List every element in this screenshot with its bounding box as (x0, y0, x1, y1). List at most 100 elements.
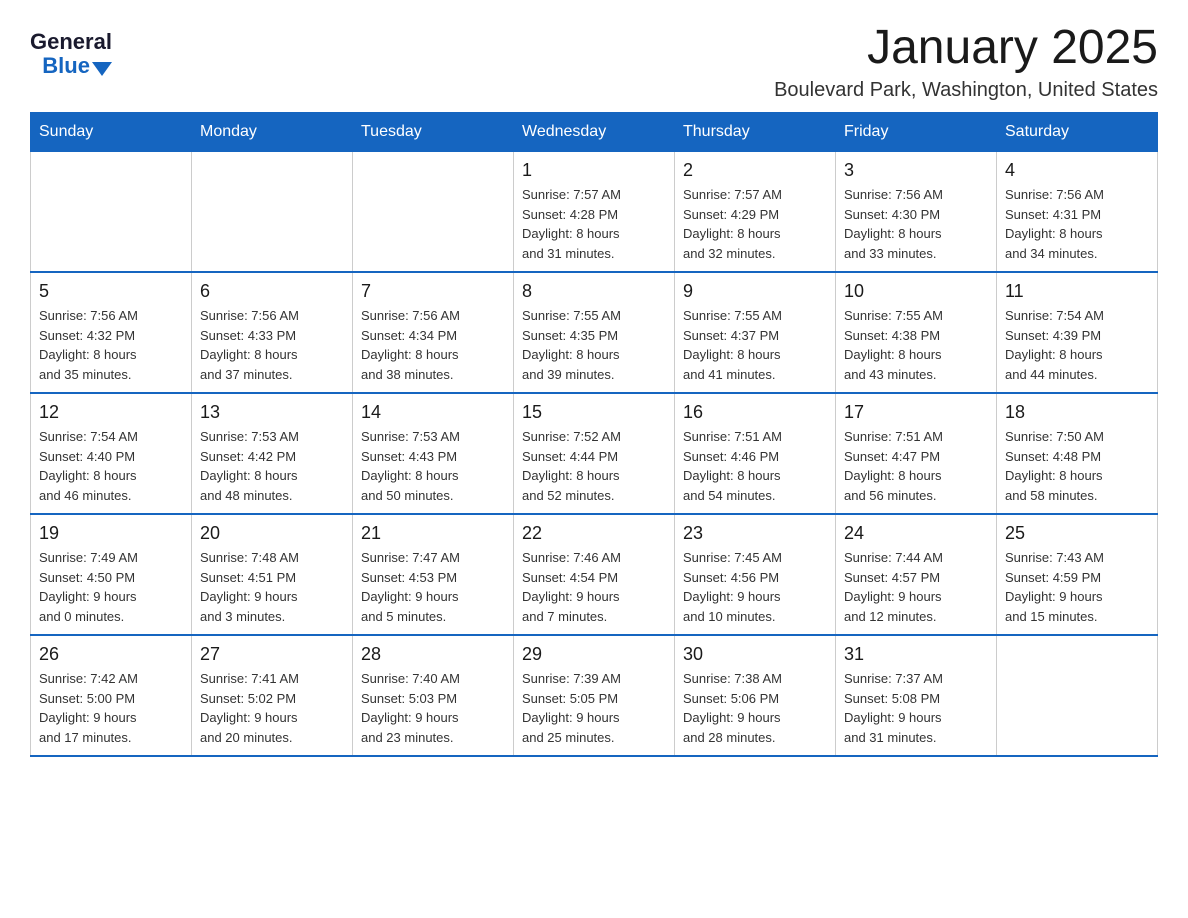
logo-triangle-icon (92, 62, 112, 76)
calendar-cell: 2 Sunrise: 7:57 AMSunset: 4:29 PMDaylight… (675, 152, 836, 273)
week-row-2: 5 Sunrise: 7:56 AMSunset: 4:32 PMDaylight… (31, 272, 1158, 393)
header-friday: Friday (836, 113, 997, 152)
calendar-cell: 9Sunrise: 7:55 AMSunset: 4:37 PMDaylight… (675, 272, 836, 393)
day-number: 3 (844, 160, 988, 181)
day-number: 11 (1005, 281, 1149, 302)
calendar-cell (353, 152, 514, 273)
day-info: Sunrise: 7:47 AMSunset: 4:53 PMDaylight:… (361, 548, 505, 626)
day-number: 6 (200, 281, 344, 302)
calendar-cell: 25 Sunrise: 7:43 AMSunset: 4:59 PMDayligh… (997, 514, 1158, 635)
day-info: Sunrise: 7:52 AMSunset: 4:44 PMDaylight:… (522, 427, 666, 505)
calendar-cell: 29 Sunrise: 7:39 AMSunset: 5:05 PMDayligh… (514, 635, 675, 756)
calendar-cell: 13 Sunrise: 7:53 AMSunset: 4:42 PMDayligh… (192, 393, 353, 514)
day-number: 23 (683, 523, 827, 544)
calendar-cell: 14Sunrise: 7:53 AMSunset: 4:43 PMDayligh… (353, 393, 514, 514)
calendar-cell: 3 Sunrise: 7:56 AMSunset: 4:30 PMDaylight… (836, 152, 997, 273)
calendar-cell (997, 635, 1158, 756)
week-row-4: 19 Sunrise: 7:49 AMSunset: 4:50 PMDayligh… (31, 514, 1158, 635)
day-number: 17 (844, 402, 988, 423)
day-info: Sunrise: 7:50 AMSunset: 4:48 PMDaylight:… (1005, 427, 1149, 505)
day-info: Sunrise: 7:39 AMSunset: 5:05 PMDaylight:… (522, 669, 666, 747)
day-info: Sunrise: 7:41 AMSunset: 5:02 PMDaylight:… (200, 669, 344, 747)
day-number: 18 (1005, 402, 1149, 423)
calendar-cell: 4 Sunrise: 7:56 AMSunset: 4:31 PMDaylight… (997, 152, 1158, 273)
calendar-cell: 7 Sunrise: 7:56 AMSunset: 4:34 PMDaylight… (353, 272, 514, 393)
header-sunday: Sunday (31, 113, 192, 152)
day-number: 19 (39, 523, 183, 544)
day-number: 21 (361, 523, 505, 544)
day-number: 2 (683, 160, 827, 181)
day-number: 12 (39, 402, 183, 423)
calendar-cell: 10 Sunrise: 7:55 AMSunset: 4:38 PMDayligh… (836, 272, 997, 393)
day-number: 4 (1005, 160, 1149, 181)
day-number: 31 (844, 644, 988, 665)
day-info: Sunrise: 7:38 AMSunset: 5:06 PMDaylight:… (683, 669, 827, 747)
day-info: Sunrise: 7:54 AMSunset: 4:39 PMDaylight:… (1005, 306, 1149, 384)
title-area: January 2025 Boulevard Park, Washington,… (774, 20, 1158, 102)
day-number: 16 (683, 402, 827, 423)
day-info: Sunrise: 7:51 AMSunset: 4:46 PMDaylight:… (683, 427, 827, 505)
day-number: 8 (522, 281, 666, 302)
day-info: Sunrise: 7:40 AMSunset: 5:03 PMDaylight:… (361, 669, 505, 747)
calendar-cell: 15 Sunrise: 7:52 AMSunset: 4:44 PMDayligh… (514, 393, 675, 514)
day-info: Sunrise: 7:55 AMSunset: 4:35 PMDaylight:… (522, 306, 666, 384)
day-number: 22 (522, 523, 666, 544)
day-info: Sunrise: 7:56 AMSunset: 4:30 PMDaylight:… (844, 185, 988, 263)
week-row-1: 1Sunrise: 7:57 AMSunset: 4:28 PMDaylight… (31, 152, 1158, 273)
week-row-5: 26Sunrise: 7:42 AMSunset: 5:00 PMDayligh… (31, 635, 1158, 756)
calendar-cell: 23 Sunrise: 7:45 AMSunset: 4:56 PMDayligh… (675, 514, 836, 635)
day-info: Sunrise: 7:51 AMSunset: 4:47 PMDaylight:… (844, 427, 988, 505)
page-header: General Blue January 2025 Boulevard Park… (30, 20, 1158, 102)
calendar-cell: 1Sunrise: 7:57 AMSunset: 4:28 PMDaylight… (514, 152, 675, 273)
day-number: 9 (683, 281, 827, 302)
calendar-cell: 18 Sunrise: 7:50 AMSunset: 4:48 PMDayligh… (997, 393, 1158, 514)
calendar-cell: 6 Sunrise: 7:56 AMSunset: 4:33 PMDaylight… (192, 272, 353, 393)
calendar-cell (192, 152, 353, 273)
day-number: 15 (522, 402, 666, 423)
header-thursday: Thursday (675, 113, 836, 152)
header-monday: Monday (192, 113, 353, 152)
day-number: 25 (1005, 523, 1149, 544)
day-number: 7 (361, 281, 505, 302)
header-saturday: Saturday (997, 113, 1158, 152)
day-number: 24 (844, 523, 988, 544)
day-info: Sunrise: 7:45 AMSunset: 4:56 PMDaylight:… (683, 548, 827, 626)
logo-blue: Blue (42, 54, 90, 78)
day-number: 27 (200, 644, 344, 665)
calendar-cell: 21 Sunrise: 7:47 AMSunset: 4:53 PMDayligh… (353, 514, 514, 635)
day-info: Sunrise: 7:48 AMSunset: 4:51 PMDaylight:… (200, 548, 344, 626)
day-number: 13 (200, 402, 344, 423)
calendar-cell: 12 Sunrise: 7:54 AMSunset: 4:40 PMDayligh… (31, 393, 192, 514)
day-number: 5 (39, 281, 183, 302)
calendar-cell: 20 Sunrise: 7:48 AMSunset: 4:51 PMDayligh… (192, 514, 353, 635)
calendar-cell: 30Sunrise: 7:38 AMSunset: 5:06 PMDayligh… (675, 635, 836, 756)
day-info: Sunrise: 7:37 AMSunset: 5:08 PMDaylight:… (844, 669, 988, 747)
day-info: Sunrise: 7:56 AMSunset: 4:31 PMDaylight:… (1005, 185, 1149, 263)
day-info: Sunrise: 7:54 AMSunset: 4:40 PMDaylight:… (39, 427, 183, 505)
calendar-cell: 27 Sunrise: 7:41 AMSunset: 5:02 PMDayligh… (192, 635, 353, 756)
day-number: 29 (522, 644, 666, 665)
day-info: Sunrise: 7:53 AMSunset: 4:42 PMDaylight:… (200, 427, 344, 505)
day-number: 10 (844, 281, 988, 302)
day-info: Sunrise: 7:57 AMSunset: 4:29 PMDaylight:… (683, 185, 827, 263)
calendar-cell: 11 Sunrise: 7:54 AMSunset: 4:39 PMDayligh… (997, 272, 1158, 393)
day-number: 26 (39, 644, 183, 665)
day-info: Sunrise: 7:46 AMSunset: 4:54 PMDaylight:… (522, 548, 666, 626)
day-info: Sunrise: 7:55 AMSunset: 4:38 PMDaylight:… (844, 306, 988, 384)
calendar-cell: 16 Sunrise: 7:51 AMSunset: 4:46 PMDayligh… (675, 393, 836, 514)
calendar-cell: 19 Sunrise: 7:49 AMSunset: 4:50 PMDayligh… (31, 514, 192, 635)
day-info: Sunrise: 7:56 AMSunset: 4:34 PMDaylight:… (361, 306, 505, 384)
calendar-cell (31, 152, 192, 273)
month-title: January 2025 (774, 20, 1158, 75)
day-info: Sunrise: 7:44 AMSunset: 4:57 PMDaylight:… (844, 548, 988, 626)
logo-general: General (30, 30, 112, 54)
day-info: Sunrise: 7:57 AMSunset: 4:28 PMDaylight:… (522, 185, 666, 263)
day-number: 20 (200, 523, 344, 544)
calendar-cell: 8 Sunrise: 7:55 AMSunset: 4:35 PMDaylight… (514, 272, 675, 393)
day-info: Sunrise: 7:43 AMSunset: 4:59 PMDaylight:… (1005, 548, 1149, 626)
week-row-3: 12 Sunrise: 7:54 AMSunset: 4:40 PMDayligh… (31, 393, 1158, 514)
logo: General Blue (30, 30, 112, 78)
day-info: Sunrise: 7:49 AMSunset: 4:50 PMDaylight:… (39, 548, 183, 626)
day-info: Sunrise: 7:56 AMSunset: 4:32 PMDaylight:… (39, 306, 183, 384)
day-info: Sunrise: 7:56 AMSunset: 4:33 PMDaylight:… (200, 306, 344, 384)
